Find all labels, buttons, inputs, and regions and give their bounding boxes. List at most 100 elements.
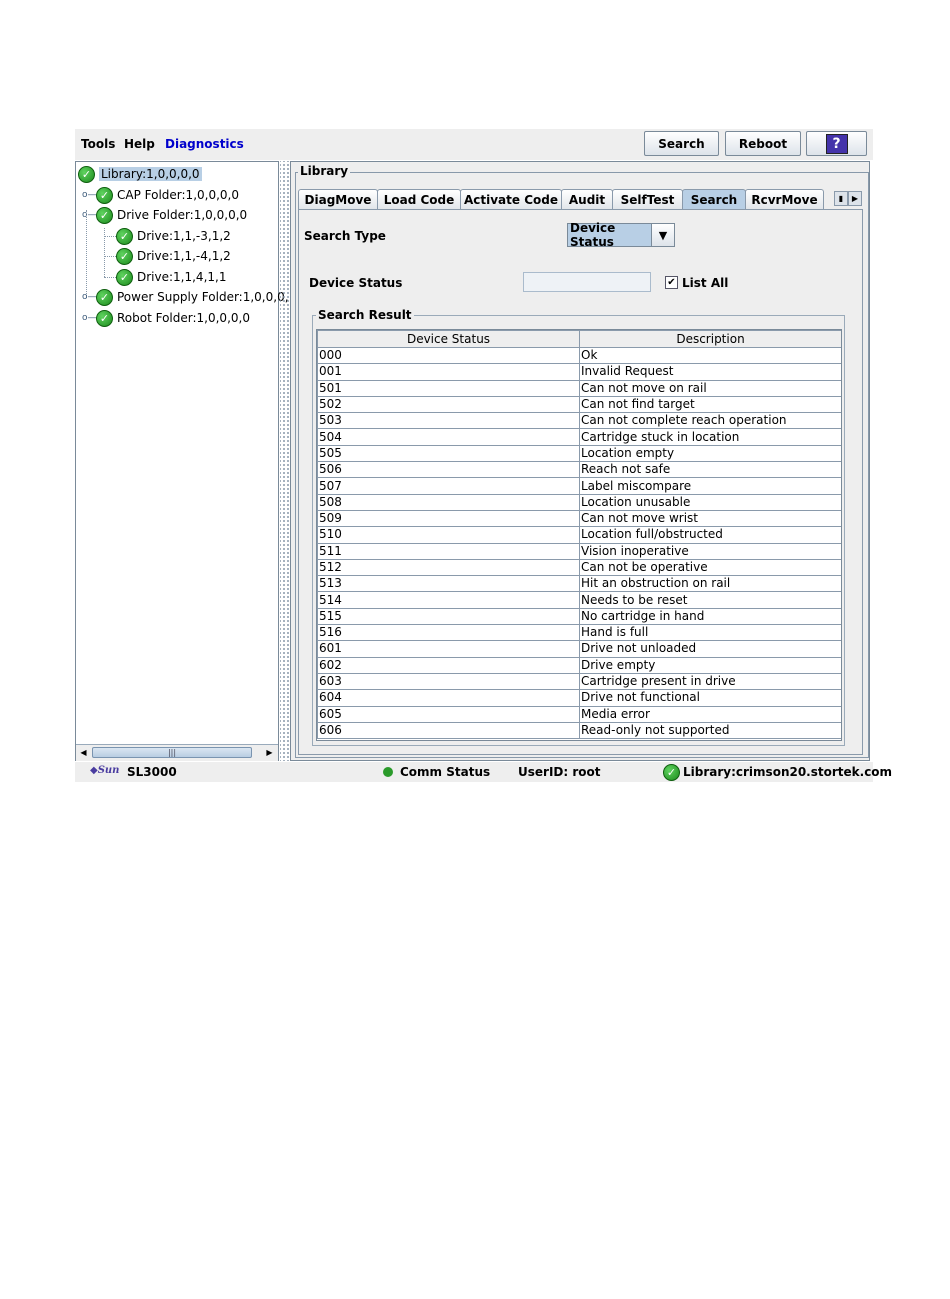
- tab-activate-code[interactable]: Activate Code: [460, 189, 562, 209]
- menu-help[interactable]: Help: [124, 137, 155, 151]
- tree-node-label: Drive:1,1,-3,1,2: [137, 229, 231, 243]
- description-cell: Can not complete reach operation: [579, 412, 841, 430]
- tree-node-cap-folder[interactable]: o— ✓ CAP Folder:1,0,0,0,0: [82, 186, 239, 204]
- description-cell: Can not find target: [579, 395, 841, 414]
- ok-check-icon: ✓: [116, 227, 133, 245]
- tree-expand-icon[interactable]: o—: [82, 313, 97, 323]
- tab-selftest[interactable]: SelfTest: [612, 189, 683, 209]
- tab-search[interactable]: Search: [682, 189, 746, 210]
- description-cell: Hand is full: [579, 624, 841, 642]
- tab-rcvrmove[interactable]: RcvrMove: [745, 189, 824, 209]
- search-result-table: Device Status Description 000 Ok 001 Invali…: [316, 329, 842, 741]
- tree-node-drive-folder[interactable]: o— ✓ Drive Folder:1,0,0,0,0: [82, 206, 247, 224]
- list-all-checkbox[interactable]: ✔: [665, 276, 678, 289]
- table-row[interactable]: 515 No cartridge in hand: [317, 607, 841, 626]
- table-row[interactable]: 504 Cartridge stuck in location: [317, 428, 841, 446]
- tree-node-label: Robot Folder:1,0,0,0,0: [117, 311, 250, 325]
- tree-collapse-icon[interactable]: o—: [82, 210, 97, 220]
- device-status-cell: 602: [317, 656, 580, 674]
- menu-diagnostics[interactable]: Diagnostics: [165, 137, 244, 151]
- reboot-button[interactable]: Reboot: [725, 131, 801, 156]
- table-row[interactable]: 606 Read-only not supported: [317, 721, 841, 740]
- device-status-cell: 605: [317, 705, 580, 723]
- tab-scroll-left-icon[interactable]: ▮: [834, 191, 848, 206]
- tab-audit[interactable]: Audit: [561, 189, 613, 209]
- help-icon: ?: [825, 133, 848, 154]
- description-cell: Cartridge stuck in location: [579, 428, 841, 446]
- help-button[interactable]: ?: [806, 131, 867, 156]
- table-row[interactable]: 601 Drive not unloaded: [317, 640, 841, 658]
- menu-tools[interactable]: Tools: [81, 137, 115, 151]
- table-row[interactable]: 512 Can not be operative: [317, 558, 841, 577]
- table-row[interactable]: 516 Hand is full: [317, 624, 841, 642]
- tab-diagmove[interactable]: DiagMove: [298, 189, 378, 209]
- split-pane-divider[interactable]: [280, 161, 289, 761]
- table-row[interactable]: 603 Cartridge present in drive: [317, 672, 841, 691]
- comm-status-ok-icon: [383, 767, 393, 777]
- tab-scroll-right-icon[interactable]: ▶: [848, 191, 862, 206]
- description-cell: Media error: [579, 705, 841, 723]
- table-row[interactable]: 604 Drive not functional: [317, 689, 841, 707]
- tree-horizontal-scrollbar[interactable]: ◀ ||| ▶: [76, 744, 278, 761]
- table-row[interactable]: 513 Hit an obstruction on rail: [317, 575, 841, 593]
- device-status-cell: 509: [317, 509, 580, 528]
- device-status-cell: 502: [317, 395, 580, 414]
- search-type-dropdown[interactable]: Device Status ▼: [567, 221, 675, 249]
- device-status-input[interactable]: [523, 272, 651, 292]
- table-row[interactable]: 505 Location empty: [317, 444, 841, 463]
- ok-check-icon: ✓: [116, 268, 133, 286]
- table-row[interactable]: 508 Location unusable: [317, 493, 841, 511]
- scrollbar-thumb[interactable]: |||: [92, 747, 252, 758]
- library-panel-title: Library: [298, 164, 351, 178]
- device-status-cell: 000: [317, 346, 580, 365]
- table-row[interactable]: 605 Media error: [317, 705, 841, 723]
- tree-expand-icon[interactable]: o—: [82, 190, 97, 200]
- table-row[interactable]: 502 Can not find target: [317, 395, 841, 414]
- table-row[interactable]: 514 Needs to be reset: [317, 591, 841, 609]
- table-header-row: Device Status Description: [317, 330, 841, 348]
- tree-expand-icon[interactable]: o—: [82, 292, 97, 302]
- library-ok-icon: ✓: [663, 764, 680, 781]
- device-tree: ✓ Library:1,0,0,0,0 o— ✓ CAP Folder:1,0,…: [75, 161, 289, 761]
- scroll-right-icon[interactable]: ▶: [262, 745, 277, 760]
- table-row[interactable]: 507 Label miscompare: [317, 477, 841, 495]
- table-body: 000 Ok 001 Invalid Request 501 Can not move o…: [317, 346, 841, 740]
- table-row[interactable]: 501 Can not move on rail: [317, 379, 841, 397]
- device-status-cell: 503: [317, 412, 580, 430]
- tree-node-drive[interactable]: ✓ Drive:1,1,4,1,1: [104, 268, 226, 286]
- tree-node-power-supply-folder[interactable]: o— ✓ Power Supply Folder:1,0,0,0,: [82, 288, 289, 306]
- tree-node-library[interactable]: ✓ Library:1,0,0,0,0: [78, 165, 202, 183]
- sun-logo-icon: ◆Sun: [90, 765, 120, 776]
- table-row[interactable]: 510 Location full/obstructed: [317, 526, 841, 544]
- search-button[interactable]: Search: [644, 131, 719, 156]
- ok-check-icon: ✓: [96, 186, 113, 204]
- column-header-device-status[interactable]: Device Status: [317, 330, 580, 348]
- description-cell: Location unusable: [579, 493, 841, 511]
- tab-load-code[interactable]: Load Code: [377, 189, 461, 209]
- device-status-cell: 603: [317, 672, 580, 691]
- device-status-cell: 606: [317, 721, 580, 740]
- user-id-text: UserID: root: [518, 765, 601, 779]
- tree-connector-line: [86, 210, 87, 298]
- column-header-description[interactable]: Description: [579, 330, 841, 348]
- device-status-cell: 514: [317, 591, 580, 609]
- table-row[interactable]: 000 Ok: [317, 346, 841, 365]
- device-status-cell: 511: [317, 542, 580, 560]
- scroll-left-icon[interactable]: ◀: [76, 745, 91, 760]
- device-status-cell: 506: [317, 461, 580, 479]
- tree-node-label: CAP Folder:1,0,0,0,0: [117, 188, 239, 202]
- device-status-cell: 516: [317, 624, 580, 642]
- tree-node-drive[interactable]: ✓ Drive:1,1,-4,1,2: [104, 247, 231, 265]
- tree-node-robot-folder[interactable]: o— ✓ Robot Folder:1,0,0,0,0: [82, 309, 250, 327]
- table-row[interactable]: 001 Invalid Request: [317, 363, 841, 381]
- table-row[interactable]: 509 Can not move wrist: [317, 509, 841, 528]
- tree-node-label: Drive Folder:1,0,0,0,0: [117, 208, 248, 222]
- table-row[interactable]: 506 Reach not safe: [317, 461, 841, 479]
- table-row[interactable]: 511 Vision inoperative: [317, 542, 841, 560]
- table-row[interactable]: 503 Can not complete reach operation: [317, 412, 841, 430]
- table-row[interactable]: 602 Drive empty: [317, 656, 841, 674]
- chevron-down-icon[interactable]: ▼: [651, 224, 674, 246]
- tree-node-drive[interactable]: ✓ Drive:1,1,-3,1,2: [104, 227, 231, 245]
- search-result-title: Search Result: [316, 308, 414, 322]
- description-cell: Ok: [579, 346, 841, 365]
